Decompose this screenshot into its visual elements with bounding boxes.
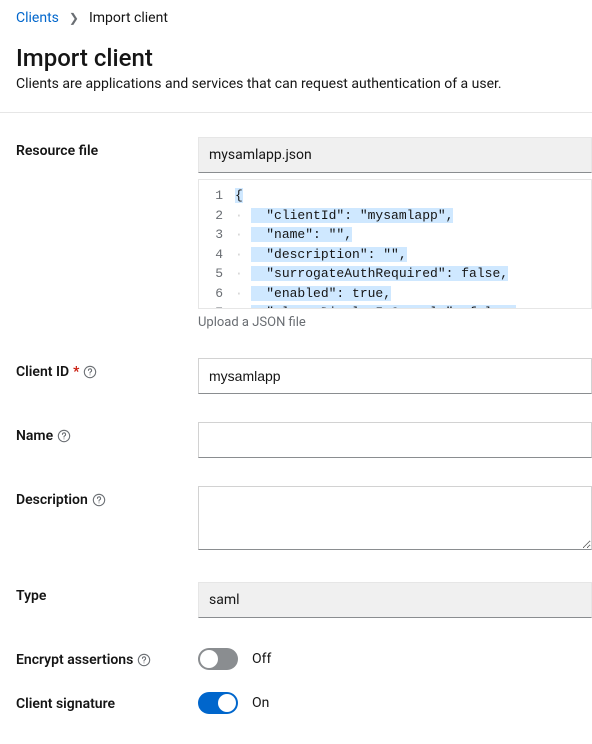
encrypt-assertions-toggle[interactable] xyxy=(198,648,238,670)
row-client-signature: Client signature On xyxy=(16,690,592,714)
row-name: Name xyxy=(16,422,592,458)
label-description: Description xyxy=(16,486,198,508)
row-description: Description xyxy=(16,486,592,554)
row-client-id: Client ID * xyxy=(16,358,592,394)
encrypt-assertions-state: Off xyxy=(252,651,271,667)
client-signature-state: On xyxy=(252,695,269,711)
code-editor[interactable]: 1{ 2· "clientId": "mysamlapp", 3· "name"… xyxy=(198,179,592,309)
label-name: Name xyxy=(16,422,198,444)
page-description: Clients are applications and services th… xyxy=(16,76,592,92)
required-indicator: * xyxy=(73,364,79,380)
client-signature-toggle[interactable] xyxy=(198,692,238,714)
help-icon[interactable] xyxy=(137,653,151,667)
breadcrumb-current: Import client xyxy=(89,10,168,26)
label-type: Type xyxy=(16,582,198,604)
chevron-right-icon: ❯ xyxy=(69,11,79,25)
resource-file-name[interactable]: mysamlapp.json xyxy=(198,137,592,173)
name-input[interactable] xyxy=(198,422,592,458)
divider xyxy=(0,112,592,113)
label-resource-file: Resource file xyxy=(16,137,198,159)
page-title: Import client xyxy=(16,44,592,72)
label-client-id: Client ID * xyxy=(16,358,198,380)
breadcrumb: Clients ❯ Import client xyxy=(16,10,592,26)
help-icon[interactable] xyxy=(83,365,97,379)
label-client-signature: Client signature xyxy=(16,690,198,712)
help-icon[interactable] xyxy=(92,493,106,507)
row-type: Type saml xyxy=(16,582,592,618)
description-input[interactable] xyxy=(198,486,592,550)
client-id-input[interactable] xyxy=(198,358,592,394)
row-encrypt-assertions: Encrypt assertions Off xyxy=(16,646,592,670)
breadcrumb-root-link[interactable]: Clients xyxy=(16,10,59,26)
type-value: saml xyxy=(198,582,592,618)
row-resource-file: Resource file mysamlapp.json 1{ 2· "clie… xyxy=(16,137,592,330)
help-icon[interactable] xyxy=(57,429,71,443)
resource-file-helper: Upload a JSON file xyxy=(198,315,592,330)
label-encrypt-assertions: Encrypt assertions xyxy=(16,646,198,668)
